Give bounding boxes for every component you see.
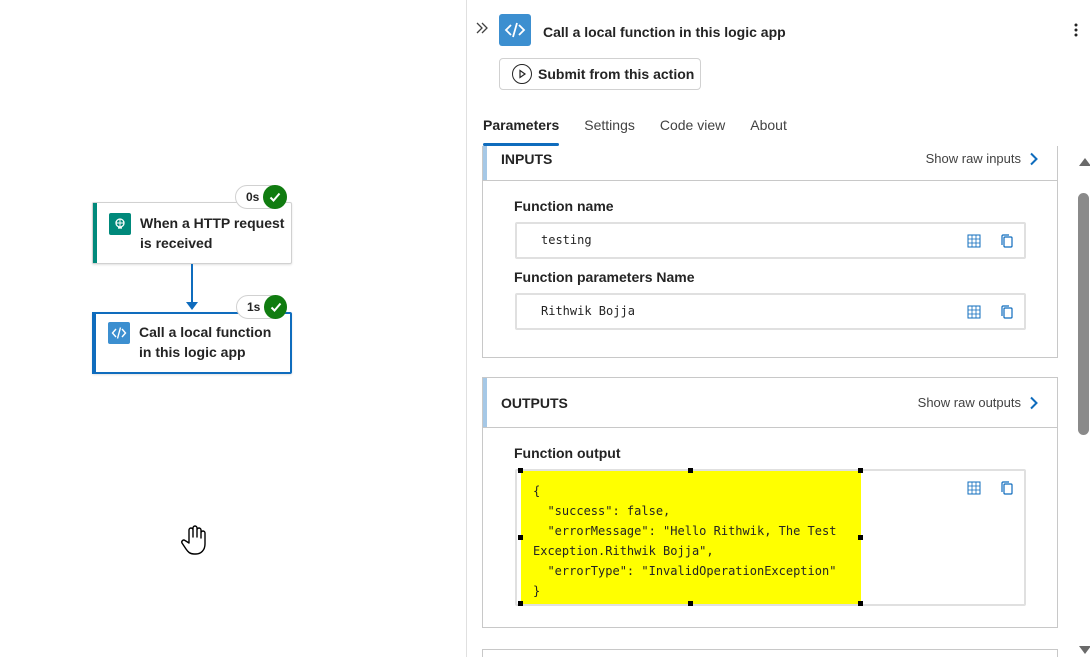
selection-handle[interactable] — [858, 601, 863, 606]
action-duration-badge: 1s — [236, 295, 287, 319]
code-icon — [108, 322, 130, 344]
inputs-header: INPUTS Show raw inputs — [483, 146, 1057, 181]
connector-line — [191, 264, 193, 306]
http-request-icon — [109, 213, 131, 235]
outputs-section: OUTPUTS Show raw outputs Function output… — [482, 377, 1058, 628]
success-check-icon — [264, 295, 287, 319]
trigger-node[interactable]: When a HTTP request is received — [92, 202, 292, 264]
selection-handle[interactable] — [688, 468, 693, 473]
node-accent-bar — [92, 312, 96, 374]
outputs-heading: OUTPUTS — [501, 395, 568, 411]
collapse-panel-icon[interactable] — [475, 20, 491, 40]
function-name-label: Function name — [514, 198, 614, 214]
next-section — [482, 649, 1058, 657]
scroll-down-icon[interactable] — [1079, 646, 1090, 654]
tab-settings[interactable]: Settings — [584, 110, 635, 146]
selection-handle[interactable] — [518, 601, 523, 606]
chevron-right-icon — [1030, 152, 1038, 165]
node-accent-bar — [93, 203, 97, 263]
more-options-icon[interactable] — [1073, 22, 1085, 42]
success-check-icon — [263, 185, 287, 209]
tab-about[interactable]: About — [750, 110, 787, 146]
panel-title: Call a local function in this logic app — [543, 24, 786, 40]
show-raw-outputs-label: Show raw outputs — [917, 395, 1021, 410]
panel-scrollbar[interactable] — [1076, 150, 1090, 657]
code-icon — [499, 14, 531, 46]
parameters-scroll-area[interactable]: INPUTS Show raw inputs Function name tes… — [482, 146, 1058, 657]
details-panel: Call a local function in this logic app … — [466, 0, 1090, 657]
inputs-section: INPUTS Show raw inputs Function name tes… — [482, 146, 1058, 358]
connector-arrow-icon — [186, 302, 198, 310]
submit-label: Submit from this action — [538, 66, 695, 82]
copy-icon[interactable] — [999, 480, 1015, 496]
selection-handle[interactable] — [858, 468, 863, 473]
scrollbar-thumb[interactable] — [1078, 193, 1089, 435]
hand-cursor-icon — [180, 524, 210, 556]
function-parameters-field[interactable]: Rithwik Bojja — [515, 293, 1026, 330]
submit-from-action-button[interactable]: Submit from this action — [499, 58, 701, 90]
table-view-icon[interactable] — [966, 233, 982, 249]
table-view-icon[interactable] — [966, 480, 982, 496]
function-name-value: testing — [541, 233, 592, 247]
function-output-label: Function output — [514, 445, 621, 461]
copy-icon[interactable] — [999, 304, 1015, 320]
trigger-duration: 0s — [246, 190, 260, 204]
tab-parameters[interactable]: Parameters — [483, 110, 560, 146]
function-parameters-value: Rithwik Bojja — [541, 304, 635, 318]
tab-bar: Parameters Settings Code view About — [483, 110, 812, 148]
workflow-canvas[interactable]: When a HTTP request is received 0s Call … — [0, 0, 466, 657]
chevron-right-icon — [1030, 396, 1038, 409]
function-name-field[interactable]: testing — [515, 222, 1026, 259]
output-code[interactable]: { "success": false, "errorMessage": "Hel… — [533, 481, 836, 601]
show-raw-inputs-label: Show raw inputs — [925, 151, 1021, 166]
function-output-field[interactable]: { "success": false, "errorMessage": "Hel… — [515, 468, 1026, 606]
outputs-header: OUTPUTS Show raw outputs — [483, 378, 1057, 428]
copy-icon[interactable] — [999, 233, 1015, 249]
trigger-duration-badge: 0s — [235, 185, 287, 209]
section-accent-bar — [483, 146, 487, 180]
tab-code-view[interactable]: Code view — [660, 110, 725, 146]
table-view-icon[interactable] — [966, 304, 982, 320]
selection-handle[interactable] — [518, 468, 523, 473]
selection-handle[interactable] — [688, 601, 693, 606]
action-duration: 1s — [247, 300, 261, 314]
scroll-up-icon[interactable] — [1079, 158, 1090, 166]
selection-handle[interactable] — [858, 535, 863, 540]
selection-handle[interactable] — [518, 535, 523, 540]
inputs-heading: INPUTS — [501, 151, 553, 167]
show-raw-outputs-link[interactable]: Show raw outputs — [918, 395, 1039, 410]
action-node-title: Call a local function in this logic app — [139, 324, 272, 360]
section-accent-bar — [483, 378, 487, 427]
action-node[interactable]: Call a local function in this logic app — [92, 312, 292, 374]
show-raw-inputs-link[interactable]: Show raw inputs — [926, 151, 1039, 166]
output-highlight: { "success": false, "errorMessage": "Hel… — [521, 471, 861, 604]
function-parameters-label: Function parameters Name — [514, 269, 695, 285]
trigger-node-title: When a HTTP request is received — [140, 215, 285, 251]
play-icon — [512, 64, 532, 84]
